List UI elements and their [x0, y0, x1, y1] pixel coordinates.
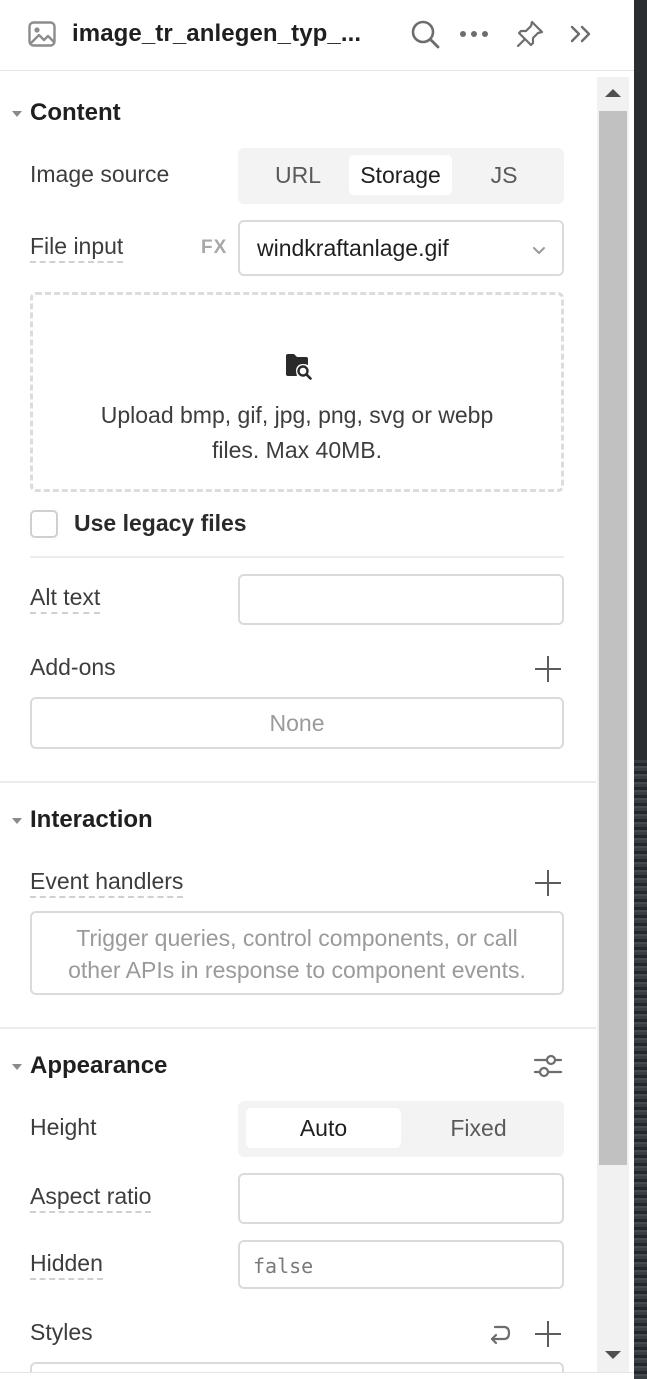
event-handlers-hint-line-2: other APIs in response to component even… [68, 957, 526, 983]
image-source-label: Image source [30, 161, 170, 187]
content-section-title[interactable]: Content [30, 99, 121, 127]
aspect-ratio-input[interactable] [238, 1173, 564, 1224]
upload-hint: Upload bmp, gif, jpg, png, svg or webp f… [33, 398, 561, 468]
scrollbar[interactable] [597, 77, 629, 1372]
upload-dropzone[interactable]: Upload bmp, gif, jpg, png, svg or webp f… [30, 292, 564, 492]
event-handlers-label: Event handlers [30, 868, 184, 898]
event-handlers-hint-line-1: Trigger queries, control components, or … [76, 925, 518, 951]
add-style-plus-icon[interactable] [535, 1321, 561, 1347]
chevron-down-icon [533, 247, 545, 254]
styles-label: Styles [30, 1319, 93, 1345]
aspect-ratio-label: Aspect ratio [30, 1183, 152, 1213]
height-auto-option[interactable]: Auto [246, 1108, 401, 1148]
add-event-handler-plus-icon[interactable] [535, 870, 561, 896]
event-handlers-empty-state: Trigger queries, control components, or … [30, 911, 564, 995]
upload-hint-line-2: files. Max 40MB. [212, 437, 382, 463]
use-legacy-files-label[interactable]: Use legacy files [74, 510, 247, 537]
reset-styles-icon[interactable] [487, 1321, 513, 1347]
divider [30, 556, 564, 558]
section-divider [0, 781, 596, 783]
file-search-icon [286, 354, 312, 380]
content-collapse-caret-icon[interactable] [12, 111, 22, 117]
scrollbar-thumb[interactable] [599, 111, 627, 1165]
styles-list-box [30, 1362, 564, 1372]
fx-toggle[interactable]: FX [201, 237, 227, 259]
upload-hint-line-1: Upload bmp, gif, jpg, png, svg or webp [100, 402, 494, 428]
height-label: Height [30, 1114, 97, 1140]
alt-text-label: Alt text [30, 584, 101, 614]
interaction-section-title[interactable]: Interaction [30, 806, 153, 834]
interaction-collapse-caret-icon[interactable] [12, 818, 22, 824]
section-divider [0, 1027, 596, 1029]
image-source-js-option[interactable]: JS [454, 155, 554, 195]
height-segmented: Auto Fixed [238, 1101, 564, 1157]
height-fixed-option[interactable]: Fixed [401, 1108, 556, 1148]
use-legacy-files-checkbox[interactable] [30, 510, 58, 538]
file-input-label: File input [30, 233, 124, 263]
inspector-panel: Content Image source URL Storage JS File… [0, 0, 596, 1372]
scroll-down-arrow-icon[interactable] [605, 1351, 621, 1359]
appearance-section-title[interactable]: Appearance [30, 1052, 167, 1080]
hidden-label: Hidden [30, 1250, 103, 1280]
addons-list: None [30, 697, 564, 749]
style-settings-icon[interactable] [533, 1052, 563, 1080]
hidden-placeholder: false [253, 1254, 314, 1278]
image-source-segmented: URL Storage JS [238, 148, 564, 204]
image-source-url-option[interactable]: URL [248, 155, 348, 195]
appearance-collapse-caret-icon[interactable] [12, 1064, 22, 1070]
scroll-up-arrow-icon[interactable] [605, 89, 621, 97]
panel-bottom-edge [0, 1372, 634, 1379]
file-input-value: windkraftanlage.gif [257, 235, 449, 261]
background-edge [634, 0, 647, 1379]
image-source-storage-option[interactable]: Storage [349, 155, 452, 195]
file-input-select[interactable]: windkraftanlage.gif [238, 220, 564, 276]
addons-label: Add-ons [30, 654, 116, 680]
hidden-input[interactable]: false [238, 1240, 564, 1289]
alt-text-input[interactable] [238, 574, 564, 625]
add-addon-plus-icon[interactable] [535, 656, 561, 682]
